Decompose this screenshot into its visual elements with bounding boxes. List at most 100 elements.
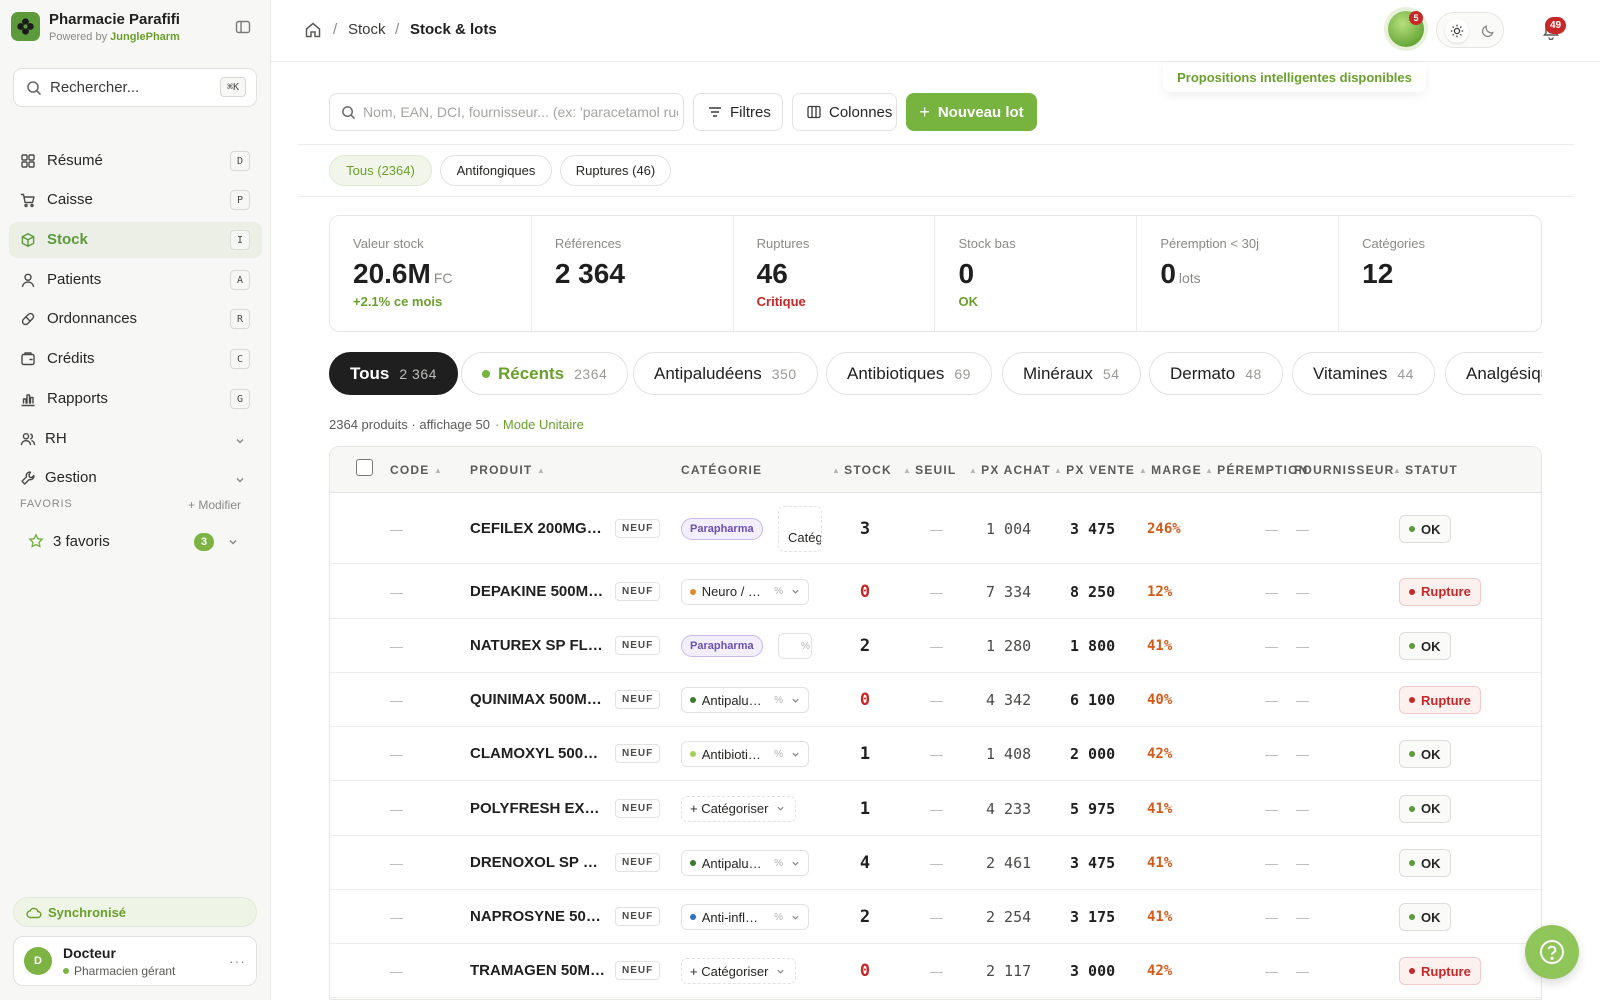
table-row[interactable]: — DEPAKINE 500M… NEUF Neuro / …% 0 — 7 334 8 25… [330, 564, 1541, 619]
home-icon[interactable] [304, 21, 322, 39]
columns-button[interactable]: Colonnes [792, 93, 897, 131]
sidebar-item-crdits[interactable]: Crédits C [9, 341, 262, 377]
product-name[interactable]: NAPROSYNE 50… [470, 908, 605, 925]
status-badge[interactable]: Rupture [1399, 577, 1481, 606]
category-select[interactable]: Antibioti…% [681, 741, 809, 767]
category-select[interactable]: Neuro / …% [681, 578, 809, 605]
sidebar-item-gestion[interactable]: Gestion [9, 460, 262, 496]
category-select[interactable]: Antipalu…% [681, 850, 809, 876]
sidebar-item-rapports[interactable]: Rapports G [9, 381, 262, 417]
sort-icon: ▲ [903, 466, 913, 475]
product-name[interactable]: DRENOXOL SP 3… [470, 854, 605, 871]
categorize-button[interactable]: + Catégoriser [681, 795, 796, 822]
chevron-down-icon [791, 747, 800, 762]
quick-filter-antifongiques[interactable]: Antifongiques [440, 155, 552, 186]
unit-mode-toggle[interactable]: · Mode Unitaire [495, 417, 584, 432]
moon-icon[interactable] [1476, 19, 1500, 43]
col-supplier[interactable]: FOURNISSEUR [1294, 463, 1395, 477]
favorites-group[interactable]: 3 favoris 3 [16, 524, 256, 560]
lot-search-input[interactable]: Nom, EAN, DCI, fournisseur... (ex: 'para… [329, 93, 684, 131]
new-lot-button[interactable]: + Nouveau lot [906, 93, 1037, 131]
breadcrumb-stock[interactable]: Stock [348, 21, 386, 38]
table-row[interactable]: — NAPROSYNE 50… NEUF Anti-infl…% 2 — 2 254 3 17… [330, 890, 1541, 944]
category-tag[interactable]: Parapharma [681, 635, 763, 657]
categorize-button[interactable]: + Catégoriser [681, 958, 796, 984]
favorites-edit-button[interactable]: + Modifier [188, 498, 241, 512]
quick-filter-ruptures[interactable]: Ruptures (46) [560, 155, 671, 186]
col-margin[interactable]: ▲ MARGE [1139, 463, 1202, 477]
category-pill-minraux[interactable]: Minéraux 54 [1002, 352, 1141, 395]
product-name[interactable]: NATUREX SP FL/… [470, 637, 605, 654]
col-code[interactable]: CODE ▲ [390, 463, 446, 477]
category-pill-count: 44 [1397, 365, 1414, 382]
sidebar-item-stock[interactable]: Stock I [9, 222, 262, 258]
status-badge[interactable]: OK [1399, 740, 1451, 768]
product-name[interactable]: POLYFRESH EXT… [470, 800, 605, 817]
status-badge[interactable]: Rupture [1399, 957, 1481, 985]
sidebar-item-rh[interactable]: RH [9, 421, 262, 457]
sidebar-item-patients[interactable]: Patients A [9, 262, 262, 298]
sidebar-toggle-icon[interactable] [232, 16, 254, 38]
table-row[interactable]: — CLAMOXYL 500… NEUF Antibioti…% 1 — 1 408 2 00… [330, 727, 1541, 781]
filters-button[interactable]: Filtres [693, 93, 783, 131]
margin-value: 41% [1147, 800, 1173, 817]
category-select[interactable]: Antipalu…% [681, 687, 809, 713]
new-badge: NEUF [615, 907, 661, 926]
category-pill-vitamines[interactable]: Vitamines 44 [1292, 352, 1435, 395]
category-tag[interactable]: Parapharma [681, 518, 763, 540]
col-stock[interactable]: ▲ STOCK [832, 463, 892, 477]
user-card[interactable]: D Docteur Pharmacien gérant ··· [13, 936, 257, 986]
star-icon [28, 533, 44, 548]
status-badge[interactable]: OK [1399, 632, 1451, 660]
category-pill-analgsiques[interactable]: Analgésiques [1445, 352, 1542, 395]
category-pill-dermato[interactable]: Dermato 48 [1149, 352, 1283, 395]
product-name[interactable]: DEPAKINE 500M… [470, 583, 605, 600]
table-header: CODE ▲ PRODUIT ▲ CATÉGORIE ▲ STOCK ▲ SEUIL… [330, 447, 1541, 493]
sidebar-item-rsum[interactable]: Résumé D [9, 143, 262, 179]
status-badge[interactable]: OK [1399, 903, 1451, 931]
table-row[interactable]: — NATUREX SP FL/… NEUF Parapharma% 2 — 1 280 1 … [330, 619, 1541, 673]
status-badge[interactable]: OK [1399, 794, 1451, 823]
product-name[interactable]: TRAMAGEN 50M… [470, 962, 605, 979]
categorize-button[interactable]: Catég [778, 506, 822, 552]
sun-icon[interactable] [1445, 19, 1469, 43]
status-badge[interactable]: OK [1399, 849, 1451, 877]
select-all-checkbox[interactable] [356, 459, 373, 476]
table-row[interactable]: — QUINIMAX 500M… NEUF Antipalu…% 0 — 4 342 6 10… [330, 673, 1541, 727]
status-dot [1409, 751, 1415, 757]
product-name[interactable]: QUINIMAX 500M… [470, 691, 605, 708]
col-product[interactable]: PRODUIT ▲ [470, 463, 549, 477]
col-threshold[interactable]: ▲ SEUIL [903, 463, 956, 477]
ai-suggestions-hint[interactable]: Propositions intelligentes disponibles [1163, 62, 1426, 92]
category-select[interactable]: Anti-infl…% [681, 904, 809, 930]
category-pill-antipaludens[interactable]: Antipaludéens 350 [633, 352, 818, 395]
help-button[interactable] [1525, 925, 1579, 979]
category-pill-tous[interactable]: Tous 2 364 [329, 352, 458, 395]
more-options-icon[interactable]: ··· [229, 953, 246, 969]
col-buy-price[interactable]: ▲ PX ACHAT [969, 463, 1051, 477]
status-badge[interactable]: OK [1399, 515, 1451, 543]
product-name[interactable]: CLAMOXYL 500… [470, 745, 605, 762]
status-dot [1409, 860, 1415, 866]
global-search-input[interactable]: Rechercher... ⌘K [13, 68, 257, 107]
col-sell-price[interactable]: ▲ PX VENTE [1054, 463, 1135, 477]
sidebar-item-ordonnances[interactable]: Ordonnances R [9, 301, 262, 337]
col-category[interactable]: CATÉGORIE [681, 463, 762, 477]
table-row[interactable]: — POLYFRESH EXT… NEUF + Catégoriser 1 — 4 233 5… [330, 781, 1541, 836]
category-dot [690, 860, 696, 866]
table-row[interactable]: — DRENOXOL SP 3… NEUF Antipalu…% 4 — 2 461 3 47… [330, 836, 1541, 890]
powered-prefix: Powered by [49, 31, 108, 43]
col-status[interactable]: ▲ STATUT [1393, 463, 1458, 477]
category-pill-antibiotiques[interactable]: Antibiotiques 69 [826, 352, 992, 395]
stat-value: 2 364 [554, 258, 625, 289]
col-expiry[interactable]: ▲ PÉREMPTION [1205, 463, 1308, 477]
sidebar-item-caisse[interactable]: Caisse P [9, 182, 262, 218]
status-badge[interactable]: Rupture [1399, 686, 1481, 714]
table-row[interactable]: — TRAMAGEN 50M… NEUF + Catégoriser 0 — 2 117 3 … [330, 944, 1541, 998]
quick-filter-all[interactable]: Tous (2364) [329, 155, 432, 186]
product-name[interactable]: CEFILEX 200MG … [470, 520, 605, 537]
subcategory-select[interactable]: % [778, 633, 812, 659]
table-row[interactable]: — CEFILEX 200MG … NEUF Parapharma Catég 3 — 1 0… [330, 494, 1541, 564]
category-pill-rcents[interactable]: Récents 2364 [461, 352, 629, 395]
theme-toggle[interactable] [1436, 12, 1504, 48]
